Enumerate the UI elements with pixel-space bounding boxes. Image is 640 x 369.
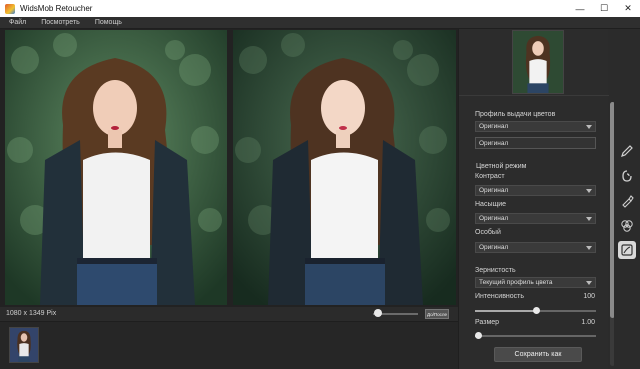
intensity-label: Интенсивность: [475, 293, 525, 300]
chevron-down-icon: [586, 246, 592, 250]
frame-icon: [621, 244, 633, 256]
intensity-value: 100: [583, 293, 595, 300]
minimize-button[interactable]: —: [568, 0, 592, 17]
retouch-icon: [622, 170, 632, 182]
chevron-down-icon: [586, 217, 592, 221]
color-profile-dropdown[interactable]: Оригинал: [475, 121, 596, 132]
tool-strip: [614, 29, 640, 369]
intensity-slider[interactable]: [475, 307, 596, 314]
filmstrip: [0, 321, 458, 369]
panel-divider: [459, 95, 609, 96]
before-after-button[interactable]: До/После: [425, 309, 449, 319]
title-bar: WidsMob Retoucher — ☐ ✕: [0, 0, 640, 17]
color-profile-field[interactable]: Оригинал: [475, 137, 596, 149]
saturation-value: Оригинал: [479, 215, 509, 222]
color-profile-field-value: Оригинал: [479, 139, 509, 147]
menu-bar: Файл Посмотреть Помощь: [0, 17, 640, 29]
menu-help[interactable]: Помощь: [95, 19, 122, 26]
canvas-area: [0, 29, 458, 307]
color-tool[interactable]: [618, 217, 636, 235]
pencil-tool[interactable]: [618, 142, 636, 160]
frame-tool[interactable]: [618, 241, 636, 259]
grain-profile-value: Текущий профиль цвета: [479, 279, 553, 286]
settings-panel: Профиль выдачи цветов Оригинал Оригинал …: [458, 29, 615, 369]
saturation-dropdown[interactable]: Оригинал: [475, 213, 596, 224]
image-dimensions: 1080 x 1349 Pix: [6, 310, 57, 317]
retouch-tool[interactable]: [618, 167, 636, 185]
chevron-down-icon: [586, 189, 592, 193]
color-mode-label: Цветной режим: [476, 163, 527, 170]
contrast-value: Оригинал: [479, 187, 509, 194]
special-dropdown[interactable]: Оригинал: [475, 242, 596, 253]
color-profile-value: Оригинал: [479, 123, 509, 130]
menu-view[interactable]: Посмотреть: [41, 19, 80, 26]
size-value: 1.00: [581, 319, 595, 326]
zoom-slider-thumb[interactable]: [374, 309, 382, 317]
grain-profile-dropdown[interactable]: Текущий профиль цвета: [475, 277, 596, 288]
size-label: Размер: [475, 319, 500, 326]
pencil-icon: [621, 145, 633, 157]
save-as-button[interactable]: Сохранить как: [494, 347, 582, 362]
menu-file[interactable]: Файл: [9, 19, 26, 26]
special-label: Особый: [475, 229, 501, 236]
color-circles-icon: [621, 220, 633, 232]
window-title: WidsMob Retoucher: [20, 4, 93, 13]
status-bar: 1080 x 1349 Pix До/После: [0, 307, 458, 321]
app-logo-icon: [5, 3, 15, 14]
chevron-down-icon: [586, 125, 592, 129]
size-slider-thumb[interactable]: [475, 332, 482, 339]
contrast-label: Контраст: [475, 173, 505, 180]
window-controls: — ☐ ✕: [568, 0, 640, 17]
navigator-preview[interactable]: [512, 30, 564, 94]
close-button[interactable]: ✕: [616, 0, 640, 17]
size-slider[interactable]: [475, 332, 596, 339]
after-image[interactable]: [233, 30, 456, 305]
filmstrip-thumbnail[interactable]: [9, 327, 39, 363]
intensity-slider-thumb[interactable]: [533, 307, 540, 314]
special-value: Оригинал: [479, 244, 509, 251]
maximize-button[interactable]: ☐: [592, 0, 616, 17]
intensity-slider-fill: [475, 310, 536, 312]
brush-tool[interactable]: [618, 192, 636, 210]
before-image[interactable]: [5, 30, 227, 305]
color-profile-label: Профиль выдачи цветов: [475, 111, 556, 118]
saturation-label: Насыщие: [475, 201, 507, 208]
chevron-down-icon: [586, 281, 592, 285]
grain-label: Зернистость: [475, 267, 516, 274]
brush-icon: [622, 195, 634, 208]
contrast-dropdown[interactable]: Оригинал: [475, 185, 596, 196]
